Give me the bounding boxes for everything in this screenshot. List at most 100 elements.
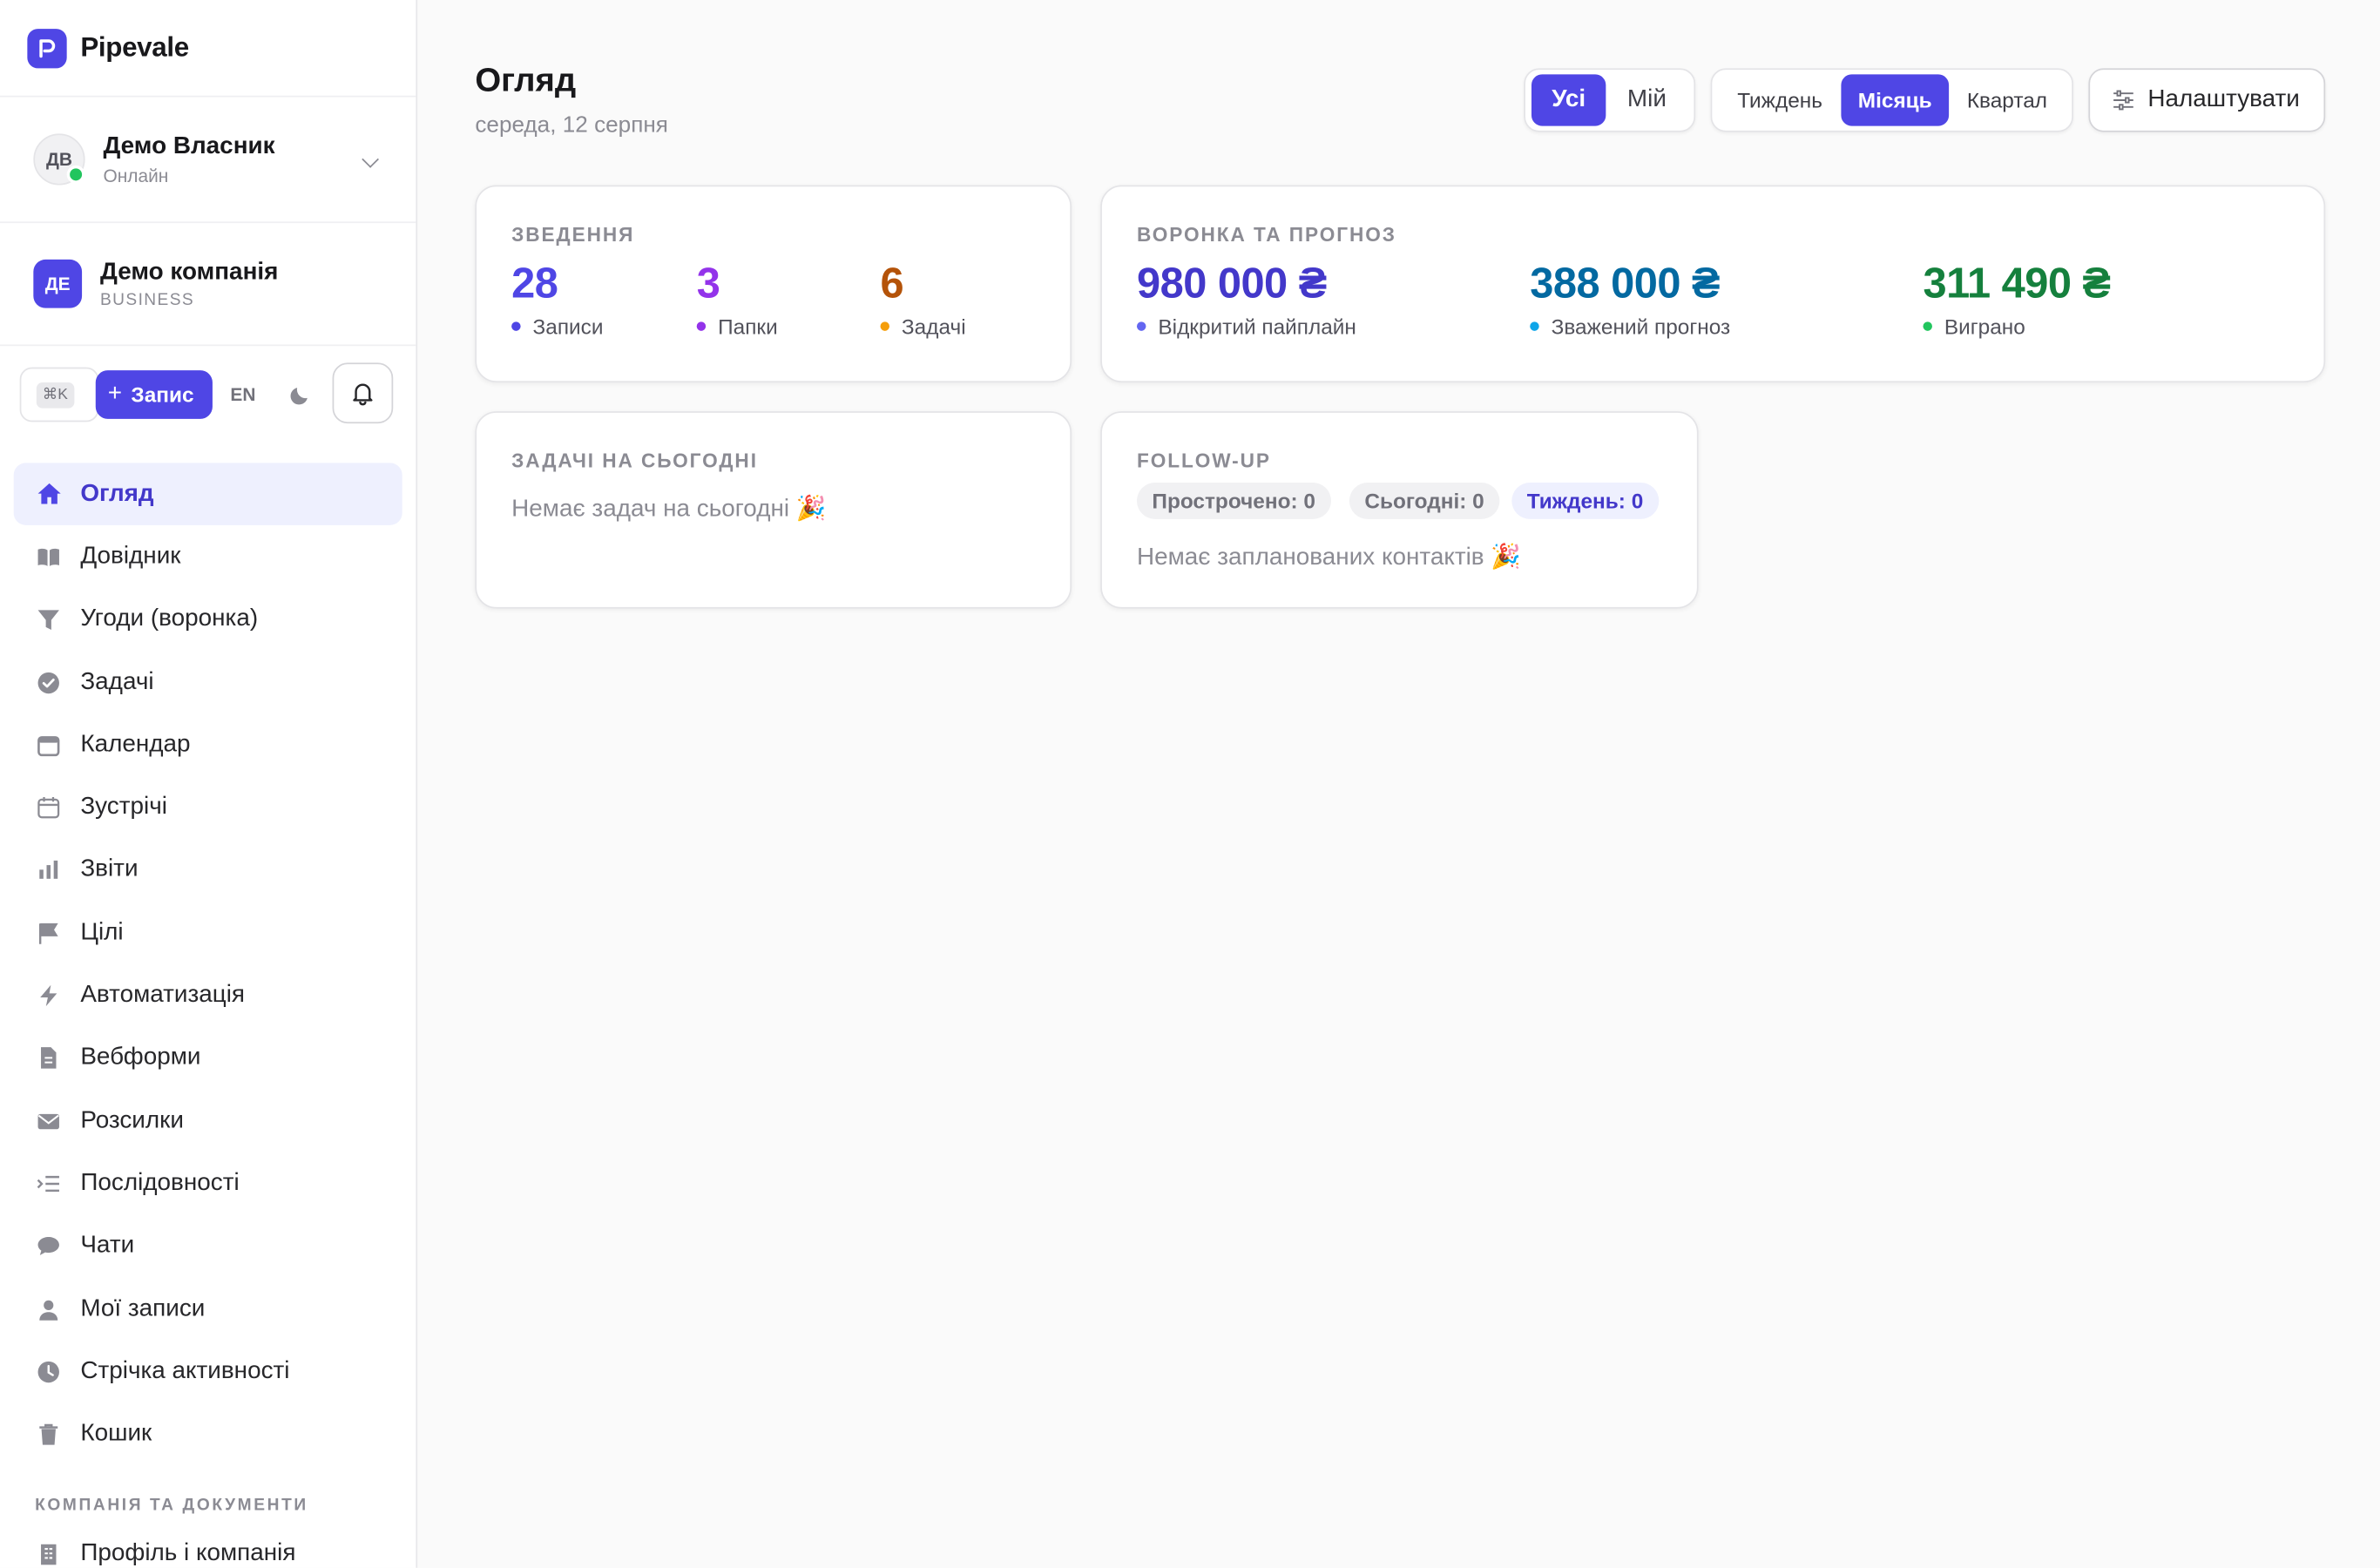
sidebar-item-label: Профіль і компанія xyxy=(80,1541,296,1567)
legend-dot xyxy=(1530,321,1539,331)
language-toggle[interactable]: EN xyxy=(230,384,255,405)
sidebar-item-deals[interactable]: Угоди (воронка) xyxy=(0,588,416,651)
period-week-button[interactable]: Тиждень xyxy=(1718,74,1842,125)
metric-open-pipeline[interactable]: 980 000 ₴ Відкритий пайплайн xyxy=(1136,259,1356,339)
sidebar-item-goals[interactable]: Цілі xyxy=(0,902,416,964)
metric-value: 311 490 ₴ xyxy=(1923,259,2111,307)
card-title: FOLLOW-UP xyxy=(1136,449,1271,472)
metric-records[interactable]: 28 Записи xyxy=(511,259,604,339)
sidebar-item-label: Огляд xyxy=(80,480,154,507)
sidebar-item-label: Задачі xyxy=(80,668,154,695)
sidebar-item-trash[interactable]: Кошик xyxy=(0,1403,416,1466)
sliders-icon xyxy=(2113,90,2133,111)
envelope-icon xyxy=(35,1107,62,1134)
metric-folders[interactable]: 3 Папки xyxy=(696,260,778,339)
sidebar-item-label: Довідник xyxy=(80,543,181,570)
legend-dot xyxy=(880,321,889,331)
sidebar-item-my-records[interactable]: Мої записи xyxy=(0,1278,416,1341)
user-switcher[interactable]: ДВ Демо Власник Онлайн xyxy=(0,98,416,224)
page-title: Огляд xyxy=(475,60,577,99)
metric-value: 388 000 ₴ xyxy=(1530,259,1720,307)
sidebar-section-label: КОМПАНІЯ ТА ДОКУМЕНТИ xyxy=(35,1496,308,1515)
empty-state: Немає запланованих контактів 🎉 xyxy=(1136,544,1522,571)
calendar-icon xyxy=(35,731,62,758)
sidebar-item-tasks[interactable]: Задачі xyxy=(0,651,416,713)
sidebar-item-automation[interactable]: Автоматизація xyxy=(0,964,416,1027)
sidebar-item-label: Угоди (воронка) xyxy=(80,605,259,632)
add-record-button[interactable]: + Запис xyxy=(95,370,213,419)
company-plan: BUSINESS xyxy=(99,290,195,309)
metric-tasks[interactable]: 6 Задачі xyxy=(880,260,966,339)
legend-dot xyxy=(1923,321,1932,331)
filter-today-pill[interactable]: Сьогодні: 0 xyxy=(1349,483,1500,519)
metric-value: 980 000 ₴ xyxy=(1136,259,1327,307)
sidebar-item-profile-company[interactable]: Профіль і компанія xyxy=(0,1524,416,1568)
legend-dot xyxy=(511,321,521,331)
list-indent-icon xyxy=(35,1170,62,1197)
scope-toggle: Усі Мій xyxy=(1524,68,1696,132)
customize-button[interactable]: Налаштувати xyxy=(2088,68,2326,132)
sidebar-item-label: Чати xyxy=(80,1233,135,1259)
flag-icon xyxy=(35,919,62,946)
metric-label: Відкритий пайплайн xyxy=(1158,314,1356,339)
sidebar: Pipevale ДВ Демо Власник Онлайн ДЕ Демо … xyxy=(0,0,418,1568)
brand-name: Pipevale xyxy=(80,31,189,63)
command-palette-button[interactable]: ⌘K xyxy=(19,367,99,422)
sidebar-item-label: Календар xyxy=(80,731,191,758)
home-icon xyxy=(35,481,62,508)
plus-icon: + xyxy=(107,381,122,407)
sidebar-item-directory[interactable]: Довідник xyxy=(0,525,416,588)
moon-icon[interactable] xyxy=(289,382,314,407)
metric-label: Зважений прогноз xyxy=(1551,314,1731,339)
company-switcher[interactable]: ДЕ Демо компанія BUSINESS xyxy=(0,223,416,347)
sidebar-item-overview[interactable]: Огляд xyxy=(13,463,402,526)
metric-value: 28 xyxy=(511,259,558,307)
notifications-button[interactable] xyxy=(332,362,394,424)
filter-week-pill[interactable]: Тиждень: 0 xyxy=(1511,483,1659,519)
sidebar-item-label: Вебформи xyxy=(80,1044,201,1071)
summary-card: ЗВЕДЕННЯ 28 Записи 3 Папки 6 Задачі xyxy=(475,185,1072,383)
sidebar-item-chats[interactable]: Чати xyxy=(0,1215,416,1278)
sidebar-item-label: Мої записи xyxy=(80,1295,206,1321)
book-icon xyxy=(35,544,62,571)
metric-label: Папки xyxy=(718,314,778,339)
sidebar-item-label: Цілі xyxy=(80,919,124,945)
sidebar-item-sequences[interactable]: Послідовності xyxy=(0,1152,416,1215)
sidebar-item-activity-feed[interactable]: Стрічка активності xyxy=(0,1341,416,1403)
shortcut-kbd: ⌘K xyxy=(36,382,74,408)
card-title: ЗАДАЧІ НА СЬОГОДНІ xyxy=(511,449,758,472)
empty-state: Немає задач на сьогодні 🎉 xyxy=(511,496,827,523)
add-record-label: Запис xyxy=(131,382,194,407)
company-badge: ДЕ xyxy=(33,259,83,308)
sidebar-item-calendar[interactable]: Календар xyxy=(0,713,416,776)
chevron-down-icon[interactable] xyxy=(362,151,379,168)
sidebar-item-label: Послідовності xyxy=(80,1170,240,1196)
metric-won[interactable]: 311 490 ₴ Виграно xyxy=(1923,259,2111,339)
metric-weighted-forecast[interactable]: 388 000 ₴ Зважений прогноз xyxy=(1530,260,1730,339)
period-month-button[interactable]: Місяць xyxy=(1841,74,1949,126)
followup-card: FOLLOW-UP Прострочено: 0 Сьогодні: 0 Тиж… xyxy=(1100,411,1699,609)
trash-icon xyxy=(35,1421,62,1448)
bolt-icon xyxy=(35,982,62,1009)
sidebar-item-reports[interactable]: Звіти xyxy=(0,839,416,902)
document-icon xyxy=(35,1044,62,1071)
brand[interactable]: Pipevale xyxy=(0,0,416,98)
calendar-outline-icon xyxy=(35,794,62,821)
scope-mine-button[interactable]: Мій xyxy=(1606,74,1687,125)
card-title: ВОРОНКА ТА ПРОГНОЗ xyxy=(1136,223,1396,247)
bar-chart-icon xyxy=(35,856,62,883)
sidebar-item-webforms[interactable]: Вебформи xyxy=(0,1027,416,1090)
period-quarter-button[interactable]: Квартал xyxy=(1949,74,2066,125)
sidebar-item-mailings[interactable]: Розсилки xyxy=(0,1090,416,1152)
sidebar-toolbar: ⌘K + Запис EN xyxy=(0,346,416,443)
sidebar-item-label: Зустрічі xyxy=(80,794,167,821)
building-icon xyxy=(35,1541,62,1568)
pipevale-logo-icon xyxy=(27,28,67,68)
sidebar-item-meetings[interactable]: Зустрічі xyxy=(0,776,416,839)
company-name: Демо компанія xyxy=(99,259,279,285)
filter-overdue-pill[interactable]: Прострочено: 0 xyxy=(1136,483,1331,519)
bell-icon xyxy=(353,383,373,406)
user-icon xyxy=(35,1295,62,1322)
scope-all-button[interactable]: Усі xyxy=(1531,74,1606,126)
avatar: ДВ xyxy=(33,133,85,186)
